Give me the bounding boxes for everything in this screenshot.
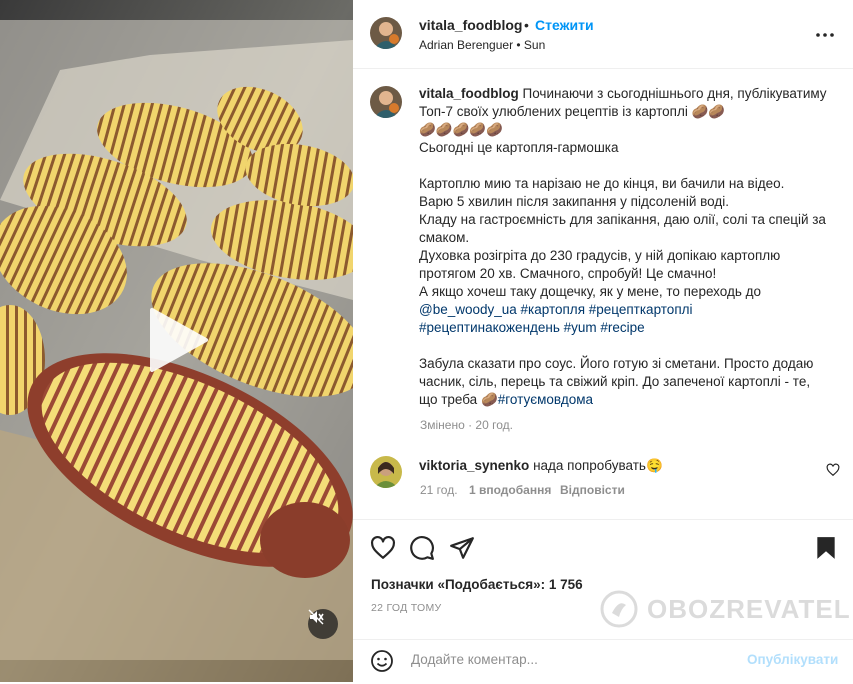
bookmark-icon[interactable] — [813, 535, 839, 561]
commenter-avatar[interactable] — [370, 456, 402, 488]
caption-username[interactable]: vitala_foodblog — [419, 86, 519, 101]
caption-text: Починаючи з сьогоднішнього дня, публікув… — [419, 86, 827, 299]
commenter-username[interactable]: viktoria_synenko — [419, 458, 529, 473]
comment-likes[interactable]: 1 вподобання — [469, 483, 551, 497]
add-comment-row: Опублікувати — [353, 639, 853, 684]
post-caption: vitala_foodblog Починаючи з сьогоднішньо… — [419, 85, 829, 409]
caption-author-avatar[interactable] — [370, 86, 402, 118]
post-header: vitala_foodblog • Стежити Adrian Berengu… — [353, 0, 853, 69]
more-icon[interactable] — [815, 25, 835, 45]
audio-attribution[interactable]: Adrian Berenguer • Sun — [419, 38, 545, 52]
header-separator: • — [524, 17, 529, 33]
post-details-panel: vitala_foodblog • Стежити Adrian Berengu… — [353, 0, 853, 682]
mention-link[interactable]: @be_woody_ua — [419, 302, 517, 317]
comment-text: нада попробувать🤤 — [529, 458, 663, 473]
watermark-logo: OBOZREVATEL — [599, 589, 851, 629]
likes-count[interactable]: Позначки «Подобається»: 1 756 — [371, 577, 583, 592]
heart-icon[interactable] — [370, 535, 396, 561]
comment-like-heart-icon[interactable] — [826, 463, 840, 477]
comment-item: viktoria_synenko нада попробувать🤤 — [419, 457, 819, 475]
post-date[interactable]: 22 ГОД ТОМУ — [371, 602, 441, 614]
comment-time[interactable]: 21 год. — [420, 483, 458, 497]
reply-button[interactable]: Відповісти — [560, 483, 625, 497]
watermark-text: OBOZREVATEL — [647, 593, 851, 624]
comment-input[interactable] — [409, 651, 733, 668]
post-actions: Позначки «Подобається»: 1 756 22 ГОД ТОМ… — [353, 519, 853, 683]
emoji-icon[interactable] — [370, 649, 394, 673]
caption-meta: Змінено · 20 год. — [420, 418, 513, 432]
post-video[interactable] — [0, 0, 353, 682]
share-icon[interactable] — [449, 535, 475, 561]
hashtag-link-last[interactable]: #готуємовдома — [498, 392, 593, 407]
publish-button[interactable]: Опублікувати — [747, 652, 838, 667]
caption-text-continued: Забула сказати про соус. Його готую зі с… — [419, 356, 814, 407]
author-username[interactable]: vitala_foodblog — [419, 17, 522, 33]
author-avatar[interactable] — [370, 17, 402, 49]
follow-button[interactable]: Стежити — [535, 17, 594, 33]
comment-icon[interactable] — [409, 535, 435, 561]
play-icon[interactable] — [148, 306, 210, 374]
mute-icon[interactable] — [308, 609, 338, 639]
